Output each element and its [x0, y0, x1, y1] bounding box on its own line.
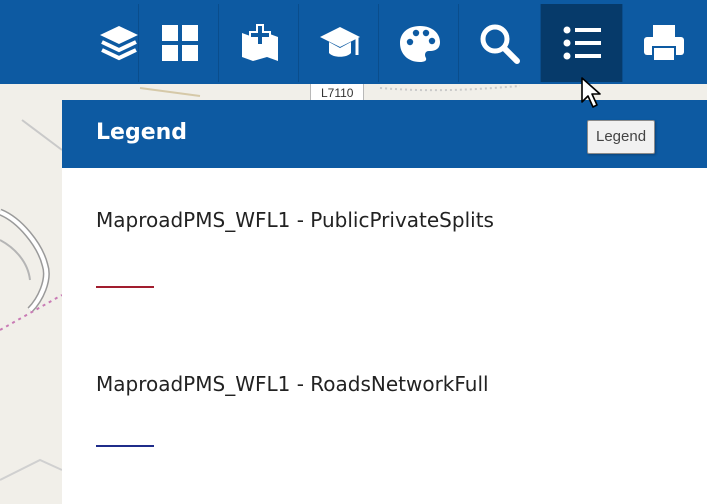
map-toolbar — [0, 0, 707, 84]
palette-icon — [397, 21, 443, 65]
search-button[interactable] — [458, 4, 540, 82]
legend-button[interactable] — [540, 4, 622, 82]
about-button[interactable] — [298, 4, 380, 82]
style-button[interactable] — [378, 4, 460, 82]
mouse-pointer-icon — [580, 76, 606, 115]
legend-title: Legend — [96, 120, 188, 145]
layers-icon — [96, 22, 142, 64]
line-symbol-red — [96, 286, 154, 288]
search-icon — [477, 21, 523, 65]
graduation-cap-icon — [317, 21, 363, 65]
legend-panel: Legend MaproadPMS_WFL1 - PublicPrivateSp… — [62, 100, 707, 504]
line-symbol-blue — [96, 445, 154, 447]
add-data-icon — [237, 21, 283, 65]
printer-icon — [641, 21, 687, 65]
print-button[interactable] — [622, 4, 704, 82]
legend-tooltip: Legend — [587, 120, 656, 154]
add-data-button[interactable] — [218, 4, 300, 82]
legend-list-icon — [559, 21, 605, 65]
legend-layer-title: MaproadPMS_WFL1 - RoadsNetworkFull — [96, 372, 489, 396]
basemap-gallery-button[interactable] — [138, 4, 220, 82]
grid-icon — [158, 21, 202, 65]
legend-layer-title: MaproadPMS_WFL1 - PublicPrivateSplits — [96, 208, 494, 232]
